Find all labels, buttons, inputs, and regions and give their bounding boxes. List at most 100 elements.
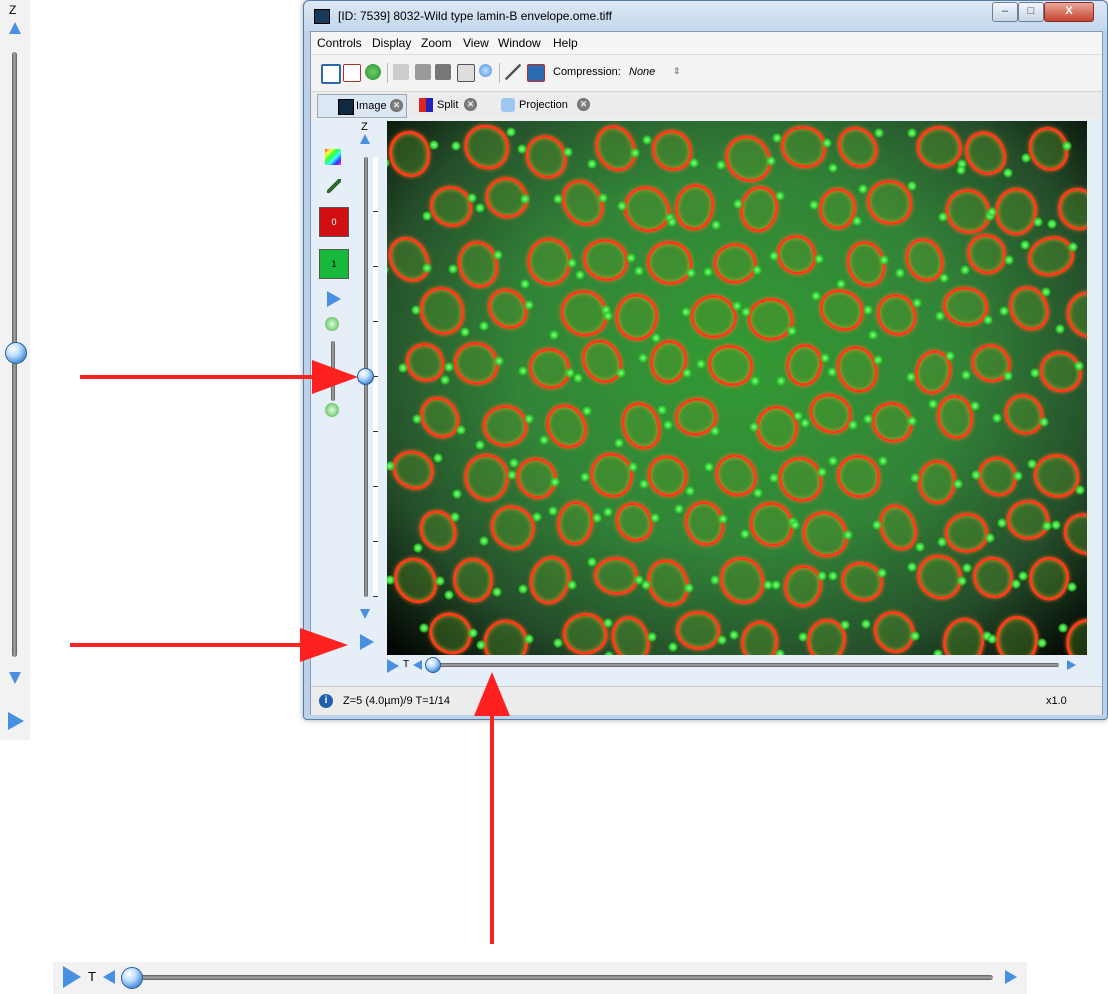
t-slider-knob[interactable] [425,657,441,673]
nucleus [388,446,439,494]
centrosome-spot [1030,367,1041,378]
microscopy-image[interactable] [387,121,1087,655]
z-up-arrow-icon[interactable] [9,22,21,34]
centrosome-spot [702,266,713,277]
zoom-slider-track[interactable] [331,341,335,401]
channel-button-1[interactable]: 1 [319,249,349,279]
nucleus [388,130,431,178]
centrosome-spot [418,623,429,634]
centrosome-spot [574,269,585,280]
minimize-button[interactable]: – [992,2,1018,22]
centrosome-spot [549,329,560,340]
centrosome-spot [598,192,609,203]
menu-window[interactable]: Window [498,36,541,50]
nucleus [804,388,858,439]
centrosome-spot [398,363,409,374]
t-slider-track[interactable] [429,663,1059,667]
nucleus [939,507,993,560]
centrosome-spot [586,159,597,170]
nucleus [716,553,768,607]
paste-icon[interactable] [415,64,431,80]
zoom-out-icon[interactable] [325,403,339,417]
centrosome-spot [433,453,444,464]
stop-icon[interactable] [435,64,451,80]
centrosome-spot [749,375,760,386]
title-bar[interactable]: [ID: 7539] 8032-Wild type lamin-B envelo… [304,1,1107,31]
t-right-arrow-icon[interactable] [1067,660,1076,670]
z-down-arrow-icon[interactable] [9,672,21,684]
compression-select[interactable]: None [629,66,655,78]
z-up-arrow-icon[interactable] [360,134,370,144]
nucleus [775,454,825,506]
channel-play-icon[interactable] [327,291,341,307]
nucleus [1030,450,1082,501]
t-right-arrow-icon[interactable] [1005,970,1017,984]
tab-image[interactable]: Image ✕ [317,94,407,118]
centrosome-spot [914,541,925,552]
status-text: Z=5 (4.0µm)/9 T=1/14 [343,695,451,707]
centrosome-spot [1036,637,1047,648]
t-left-arrow-icon[interactable] [103,970,115,984]
menu-display[interactable]: Display [372,36,411,50]
menu-help[interactable]: Help [553,36,578,50]
close-tab-icon[interactable]: ✕ [464,98,477,111]
eyedropper-icon[interactable] [327,179,341,193]
color-picker-icon[interactable] [325,149,341,165]
channel-button-0[interactable]: 0 [319,207,349,237]
menu-zoom[interactable]: Zoom [421,36,452,50]
menu-view[interactable]: View [463,36,489,50]
centrosome-spot [961,370,972,381]
z-play-icon[interactable] [8,712,24,730]
centrosome-spot [553,638,564,649]
close-tab-icon[interactable]: ✕ [390,99,403,112]
zoom-icon[interactable] [479,64,492,77]
z-slider-knob[interactable] [357,368,374,385]
copy-icon[interactable] [393,64,409,80]
export-icon[interactable] [527,64,545,82]
centrosome-spot [410,304,421,315]
edit-icon[interactable] [343,64,361,82]
centrosome-spot [449,511,460,522]
centrosome-spot [928,398,939,409]
t-slider-track[interactable] [123,975,993,980]
projection-icon [501,98,515,112]
centrosome-spot [827,162,838,173]
centrosome-spot [566,579,577,590]
z-down-arrow-icon[interactable] [360,609,370,619]
z-play-icon[interactable] [360,634,374,650]
centrosome-spot [790,520,800,531]
centrosome-spot [478,535,489,546]
centrosome-spot [460,326,471,337]
nucleus [456,239,499,290]
t-play-icon[interactable] [387,659,399,673]
toolbar-separator [387,63,388,83]
t-play-icon[interactable] [63,966,81,988]
refresh-icon[interactable] [365,64,381,80]
z-slider-knob[interactable] [5,342,27,364]
centrosome-spot [581,406,592,417]
nucleus [482,498,542,557]
centrosome-spot [656,404,667,415]
close-button[interactable]: X [1044,2,1094,22]
image-viewer-window: [ID: 7539] 8032-Wild type lamin-B envelo… [303,0,1108,720]
tab-split[interactable]: Split ✕ [409,94,483,116]
centrosome-spot [474,203,485,214]
centrosome-spot [411,413,422,424]
maximize-button[interactable]: □ [1018,2,1044,22]
close-tab-icon[interactable]: ✕ [577,98,590,111]
zoom-in-icon[interactable] [325,317,339,331]
t-slider-knob[interactable] [121,967,143,989]
menu-controls[interactable]: Controls [317,36,362,50]
movie-icon[interactable] [457,64,475,82]
save-icon[interactable] [321,64,341,84]
chevron-updown-icon[interactable]: ⇕ [673,66,681,77]
tab-projection[interactable]: Projection ✕ [491,94,593,116]
centrosome-spot [813,254,824,265]
t-left-arrow-icon[interactable] [413,660,422,670]
measure-icon[interactable] [505,64,521,80]
nucleus [1057,507,1087,561]
centrosome-spot [717,513,728,524]
centrosome-spot [428,139,439,150]
centrosome-spot [992,412,1003,423]
status-bar: i Z=5 (4.0µm)/9 T=1/14 x1.0 [311,686,1102,715]
